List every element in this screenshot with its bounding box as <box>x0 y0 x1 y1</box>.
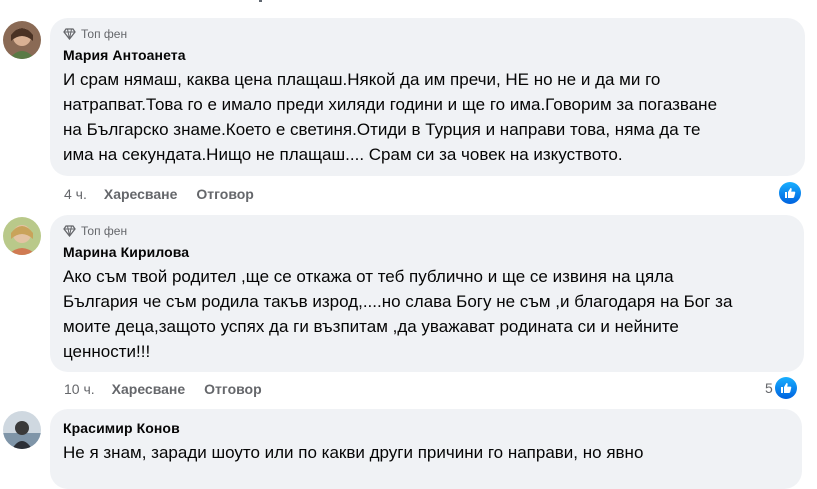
reaction-count: 5 <box>765 380 773 396</box>
comment-text-line: има на секундата.Нищо не плащаш.... Срам… <box>63 145 623 164</box>
comment-text-line: Ако съм твой родител ,ще се откажа от те… <box>63 267 674 286</box>
avatar[interactable] <box>3 21 41 59</box>
reply-button[interactable]: Отговор <box>196 186 253 202</box>
top-fan-badge: Топ фен <box>63 26 793 42</box>
like-button[interactable]: Харесване <box>104 186 178 202</box>
thumbs-up-icon <box>779 182 801 204</box>
comment-timestamp[interactable]: 10 ч. <box>64 381 95 397</box>
comment-text-line: моите деца,защото успях да ги възпитам ,… <box>63 317 679 336</box>
comment-text-line: ценности!!! <box>63 342 151 361</box>
comment-text-line: Не я знам, заради шоуто или по какви дру… <box>63 443 644 462</box>
comment-text: Ако съм твой родител ,ще се откажа от те… <box>63 264 792 364</box>
comment-bubble: Топ фен Мария Антоанета И срам нямаш, ка… <box>50 18 805 176</box>
comment-text-line: натрапват.Това го е имало преди хиляди г… <box>63 95 718 114</box>
comment-author[interactable]: Марина Кирилова <box>63 244 792 262</box>
badge-label: Топ фен <box>81 27 128 41</box>
comment-text-line: И срам нямаш, каква цена плащаш.Някой да… <box>63 70 661 89</box>
comment-text: И срам нямаш, каква цена плащаш.Някой да… <box>63 67 793 167</box>
top-fan-badge: Топ фен <box>63 223 792 239</box>
comment-timestamp[interactable]: 4 ч. <box>64 186 87 202</box>
comment-author[interactable]: Красимир Конов <box>63 420 790 438</box>
comment-bubble: Красимир Конов Не я знам, заради шоуто и… <box>50 409 802 489</box>
reaction-summary[interactable]: 5 <box>765 377 797 399</box>
diamond-icon <box>63 28 76 40</box>
diamond-icon <box>63 225 76 237</box>
previous-comment-fragment <box>259 0 262 2</box>
comment-text: Не я знам, заради шоуто или по какви дру… <box>63 440 790 465</box>
badge-label: Топ фен <box>81 224 128 238</box>
comment-text-line: на Българско знаме.Което е светиня.Отиди… <box>63 120 701 139</box>
comment-text-line: България че съм родила такъв изрод,....н… <box>63 292 733 311</box>
comment-bubble: Топ фен Марина Кирилова Ако съм твой род… <box>50 215 804 372</box>
like-button[interactable]: Харесване <box>112 381 186 397</box>
reaction-summary[interactable] <box>779 182 801 204</box>
avatar[interactable] <box>3 411 41 449</box>
reply-button[interactable]: Отговор <box>204 381 261 397</box>
comment-actions: 4 ч. Харесване Отговор <box>64 184 273 204</box>
comment-actions: 10 ч. Харесване Отговор <box>64 379 281 399</box>
avatar[interactable] <box>3 217 41 255</box>
comment-author[interactable]: Мария Антоанета <box>63 47 793 65</box>
thumbs-up-icon <box>774 377 797 399</box>
